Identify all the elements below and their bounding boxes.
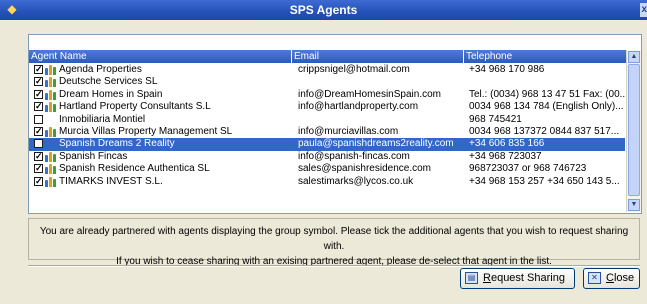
telephone-cell: 0034 968 137372 0844 837 517... <box>469 125 620 137</box>
table-row[interactable]: ✓ Deutsche Services SL <box>29 76 625 88</box>
telephone-cell: +34 968 723037 <box>469 150 542 162</box>
table-row[interactable]: ✓ Murcia Villas Property Management SL inf… <box>29 126 625 138</box>
close-button[interactable]: ✕ Close <box>583 268 640 289</box>
column-header-email[interactable]: Email <box>292 50 464 63</box>
group-icon <box>45 176 56 187</box>
info-message-line-1: You are already partnered with agents di… <box>39 226 629 252</box>
checkbox-icon[interactable] <box>34 114 43 124</box>
divider <box>28 265 640 267</box>
agents-list: Agent Name Email Telephone ✓ Agenda Prope… <box>28 34 642 214</box>
agent-name-cell: Dream Homes in Spain <box>59 88 163 100</box>
checkbox-icon[interactable]: ✓ <box>34 126 43 136</box>
table-row[interactable]: ✓ Spanish Residence Authentica SL sales@sp… <box>29 163 625 175</box>
email-cell: salestimarks@lycos.co.uk <box>298 175 414 187</box>
email-cell: info@hartlandproperty.com <box>298 101 419 113</box>
telephone-cell: 968 745421 <box>469 113 522 125</box>
agent-name-cell: TIMARKS INVEST S.L. <box>59 175 163 187</box>
scroll-down-icon[interactable]: ▼ <box>628 199 640 211</box>
table-row[interactable]: ✓ Spanish Fincas info@spanish-fincas.com +3… <box>29 151 625 163</box>
group-icon <box>45 164 56 175</box>
group-icon <box>45 126 56 137</box>
scroll-up-icon[interactable]: ▲ <box>628 51 640 63</box>
request-sharing-button[interactable]: ▤ Request Sharing <box>460 268 575 289</box>
telephone-cell: 968723037 or 968 746723 <box>469 163 587 175</box>
table-row[interactable]: ✓ Hartland Property Consultants S.L info@h… <box>29 101 625 113</box>
email-cell: info@spanish-fincas.com <box>298 150 410 162</box>
close-button-icon: ✕ <box>588 272 601 284</box>
checkbox-icon[interactable]: ✓ <box>34 77 43 87</box>
telephone-cell: +34 968 170 986 <box>469 64 545 75</box>
scroll-thumb[interactable] <box>628 64 640 196</box>
checkbox-icon[interactable]: ✓ <box>34 102 43 112</box>
group-icon <box>45 151 56 162</box>
email-cell: paula@spanishdreams2reality.com <box>298 138 454 150</box>
window-title: SPS Agents <box>289 3 358 17</box>
checkbox-icon[interactable] <box>34 139 43 149</box>
list-header: Agent Name Email Telephone <box>29 50 641 63</box>
group-icon <box>45 65 56 75</box>
email-cell: sales@spanishresidence.com <box>298 163 431 175</box>
list-rows: ✓ Agenda Properties crippsnigel@hotmail.co… <box>29 64 625 188</box>
close-label: Close <box>606 272 635 284</box>
table-row[interactable]: ✓ Dream Homes in Spain info@DreamHomesinSp… <box>29 89 625 101</box>
group-icon <box>45 102 56 113</box>
agent-name-cell: Deutsche Services SL <box>59 76 158 88</box>
title-bar: ◆ SPS Agents x <box>0 0 647 20</box>
group-icon <box>45 77 56 88</box>
telephone-cell: Tel.: (0034) 968 13 47 51 Fax: (00... <box>469 88 625 100</box>
telephone-cell: 0034 968 134 784 (English Only)... <box>469 101 624 113</box>
telephone-cell: +34 968 153 257 +34 650 143 5... <box>469 175 620 187</box>
table-row[interactable]: Inmobiliaria Montiel 968 745421 <box>29 114 625 126</box>
info-message: You are already partnered with agents di… <box>28 218 640 267</box>
vertical-scrollbar[interactable]: ▲ ▼ <box>626 50 641 212</box>
checkbox-icon[interactable]: ✓ <box>34 65 43 74</box>
checkbox-icon[interactable]: ✓ <box>34 164 43 174</box>
request-sharing-label: Request Sharing <box>483 272 565 284</box>
agent-name-cell: Spanish Residence Authentica SL <box>59 163 210 175</box>
email-cell: info@murciavillas.com <box>298 125 399 137</box>
email-cell: info@DreamHomesinSpain.com <box>298 88 441 100</box>
column-header-telephone[interactable]: Telephone <box>464 50 627 63</box>
telephone-cell: +34 606 835 166 <box>469 138 545 150</box>
table-row[interactable]: ✓ TIMARKS INVEST S.L. salestimarks@lycos.c… <box>29 176 625 188</box>
table-row[interactable]: ✓ Agenda Properties crippsnigel@hotmail.co… <box>29 64 625 76</box>
column-header-agent-name[interactable]: Agent Name <box>29 50 292 63</box>
agent-name-cell: Agenda Properties <box>59 64 142 75</box>
email-cell: crippsnigel@hotmail.com <box>298 64 410 75</box>
close-icon[interactable]: x <box>640 3 647 17</box>
group-icon <box>45 89 56 100</box>
agent-name-cell: Inmobiliaria Montiel <box>59 113 146 125</box>
agent-name-cell: Spanish Fincas <box>59 150 128 162</box>
checkbox-icon[interactable]: ✓ <box>34 89 43 99</box>
checkbox-icon[interactable]: ✓ <box>34 176 43 186</box>
table-row[interactable]: Spanish Dreams 2 Reality paula@spanishdre… <box>29 138 625 151</box>
checkbox-icon[interactable]: ✓ <box>34 151 43 161</box>
agent-name-cell: Spanish Dreams 2 Reality <box>59 138 175 150</box>
agent-name-cell: Hartland Property Consultants S.L <box>59 101 211 113</box>
agent-name-cell: Murcia Villas Property Management SL <box>59 125 233 137</box>
request-sharing-icon: ▤ <box>465 272 478 284</box>
